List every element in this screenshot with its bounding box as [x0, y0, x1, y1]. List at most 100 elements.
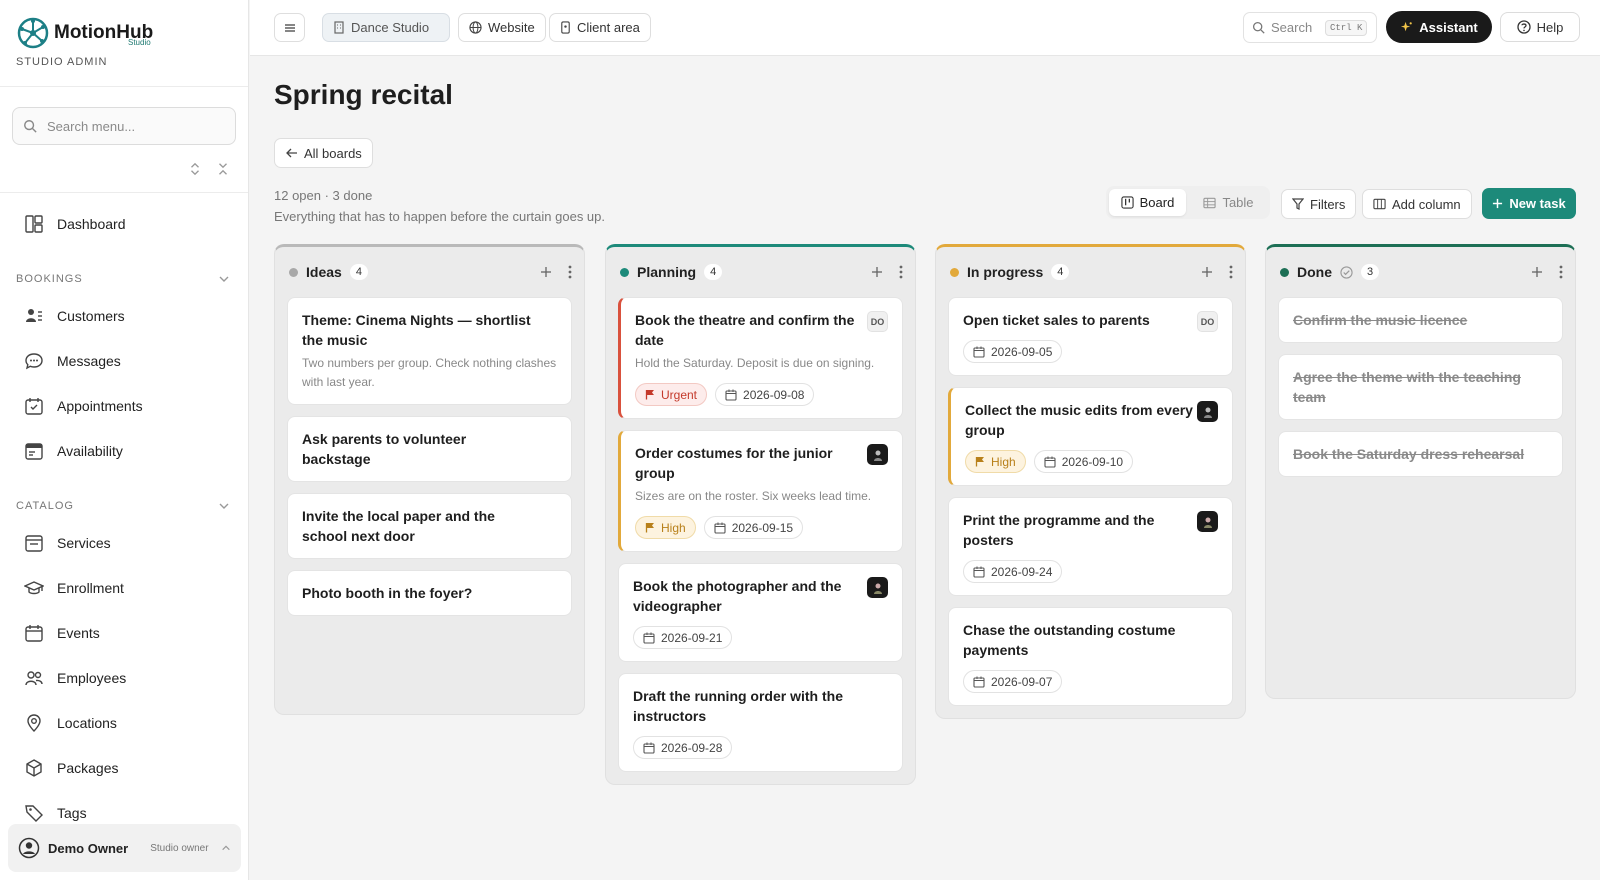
plus-icon[interactable] — [871, 266, 883, 278]
task-card[interactable]: Confirm the music licence — [1278, 297, 1563, 343]
column-title: In progress — [967, 264, 1044, 280]
website-button[interactable]: Website — [458, 13, 546, 42]
task-title: Ask parents to volunteer backstage — [302, 431, 467, 467]
task-card[interactable]: Book the theatre and confirm the date DO… — [618, 297, 903, 419]
column-dot — [289, 267, 298, 277]
calendar-check-icon — [25, 397, 43, 415]
flag-icon — [645, 523, 654, 533]
sidebar-item-employees[interactable]: Employees — [0, 655, 248, 700]
assignee-avatar: DO — [1197, 311, 1218, 332]
sidebar-item-packages[interactable]: Packages — [0, 745, 248, 790]
package-icon — [26, 758, 42, 777]
all-boards-button[interactable]: All boards — [274, 138, 373, 168]
calendar-icon — [643, 632, 655, 644]
flag-icon — [645, 390, 654, 400]
due-date-chip: 2026-09-15 — [703, 516, 804, 539]
phone-icon — [561, 21, 570, 34]
sidebar-item-availability[interactable]: Availability — [0, 428, 248, 473]
expand-all-icon[interactable] — [188, 162, 202, 176]
task-card[interactable]: Collect the music edits from every group… — [948, 387, 1233, 486]
sidebar-section-catalog[interactable]: CATALOG — [0, 473, 248, 520]
user-menu[interactable]: Demo Owner Studio owner — [8, 824, 241, 872]
task-card[interactable]: Book the photographer and the videograph… — [618, 563, 903, 662]
priority-label: Urgent — [661, 387, 698, 402]
task-card[interactable]: Invite the local paper and the school ne… — [287, 493, 572, 559]
task-title: Book the photographer and the videograph… — [633, 578, 842, 614]
assistant-button[interactable]: Assistant — [1386, 11, 1492, 43]
column-title: Ideas — [306, 264, 342, 280]
task-title: Agree the theme with the teaching team — [1293, 369, 1521, 405]
services-icon — [25, 534, 43, 552]
due-date: 2026-09-10 — [1061, 454, 1124, 469]
collapse-all-icon[interactable] — [216, 162, 230, 176]
due-date: 2026-09-08 — [743, 387, 805, 402]
sidebar-section-bookings[interactable]: BOOKINGS — [0, 246, 248, 293]
user-avatar-icon — [18, 837, 40, 859]
studio-switcher-button[interactable]: Dance Studio — [322, 13, 450, 42]
more-vertical-icon[interactable] — [1559, 265, 1563, 279]
chevron-up-icon — [222, 845, 230, 851]
sidebar-item-label: Packages — [57, 759, 119, 776]
sidebar-item-appointments[interactable]: Appointments — [0, 383, 248, 428]
filters-button[interactable]: Filters — [1281, 189, 1357, 219]
person-silhouette-icon — [873, 583, 882, 594]
assignee-avatar-photo — [1197, 401, 1218, 422]
task-card[interactable]: Chase the outstanding costume payments 2… — [948, 607, 1233, 706]
brand: MotionHub Studio STUDIO ADMIN — [0, 0, 248, 87]
help-button[interactable]: Help — [1500, 12, 1580, 42]
sidebar-item-messages[interactable]: Messages — [0, 338, 248, 383]
assignee-avatar-photo — [867, 577, 888, 598]
sidebar-item-enrollment[interactable]: Enrollment — [0, 565, 248, 610]
plus-icon[interactable] — [1531, 266, 1543, 278]
add-column-button[interactable]: Add column — [1362, 189, 1472, 219]
table-view-button[interactable]: Table — [1190, 189, 1267, 216]
new-task-button[interactable]: New task — [1482, 188, 1576, 219]
menu-search[interactable] — [12, 107, 236, 145]
calendar-icon — [643, 742, 655, 754]
column-done: Done 3 Confirm the music licence Agree t… — [1265, 244, 1576, 699]
client-area-label: Client area — [577, 20, 640, 35]
sidebar-item-locations[interactable]: Locations — [0, 700, 248, 745]
task-card[interactable]: Agree the theme with the teaching team — [1278, 354, 1563, 420]
task-card[interactable]: Book the Saturday dress rehearsal — [1278, 431, 1563, 477]
graduation-cap-icon — [24, 580, 44, 594]
column-title: Planning — [637, 264, 697, 280]
calendar-icon — [973, 346, 985, 358]
menu-search-input[interactable] — [47, 118, 217, 134]
task-title: Chase the outstanding costume payments — [963, 622, 1176, 658]
task-card[interactable]: Draft the running order with the instruc… — [618, 673, 903, 772]
more-vertical-icon[interactable] — [568, 265, 572, 279]
more-vertical-icon[interactable] — [1229, 265, 1233, 279]
sidebar-item-label: Appointments — [57, 397, 143, 414]
due-date-chip: 2026-09-21 — [633, 626, 733, 649]
help-label: Help — [1536, 19, 1564, 35]
task-card[interactable]: Print the programme and the posters 2026… — [948, 497, 1233, 596]
priority-badge: High — [635, 516, 696, 539]
section-label: CATALOG — [16, 500, 74, 512]
due-date: 2026-09-07 — [991, 674, 1053, 689]
task-card[interactable]: Photo booth in the foyer? — [287, 570, 572, 616]
task-title: Print the programme and the posters — [963, 512, 1155, 548]
task-card[interactable]: Order costumes for the junior group Size… — [618, 430, 903, 552]
help-icon — [1516, 20, 1531, 34]
calendar-icon — [973, 566, 985, 578]
board-view-button[interactable]: Board — [1109, 189, 1186, 216]
task-title: Photo booth in the foyer? — [302, 585, 473, 601]
task-card[interactable]: Ask parents to volunteer backstage — [287, 416, 572, 482]
global-search-input[interactable] — [1271, 20, 1319, 35]
due-date: 2026-09-15 — [731, 520, 794, 535]
plus-icon[interactable] — [540, 266, 552, 278]
column-count: 4 — [1051, 264, 1070, 280]
sidebar-item-customers[interactable]: Customers — [0, 293, 248, 338]
plus-icon[interactable] — [1201, 266, 1213, 278]
sidebar-item-services[interactable]: Services — [0, 520, 248, 565]
task-card[interactable]: Open ticket sales to parents DO 2026-09-… — [948, 297, 1233, 376]
tag-icon — [25, 804, 43, 822]
task-card[interactable]: Theme: Cinema Nights — shortlist the mus… — [287, 297, 572, 405]
sidebar-item-dashboard[interactable]: Dashboard — [0, 201, 248, 246]
global-search[interactable]: Ctrl K — [1243, 12, 1377, 43]
more-vertical-icon[interactable] — [899, 265, 903, 279]
client-area-button[interactable]: Client area — [549, 13, 651, 42]
sidebar-item-events[interactable]: Events — [0, 610, 248, 655]
menu-toggle-button[interactable] — [274, 13, 305, 42]
